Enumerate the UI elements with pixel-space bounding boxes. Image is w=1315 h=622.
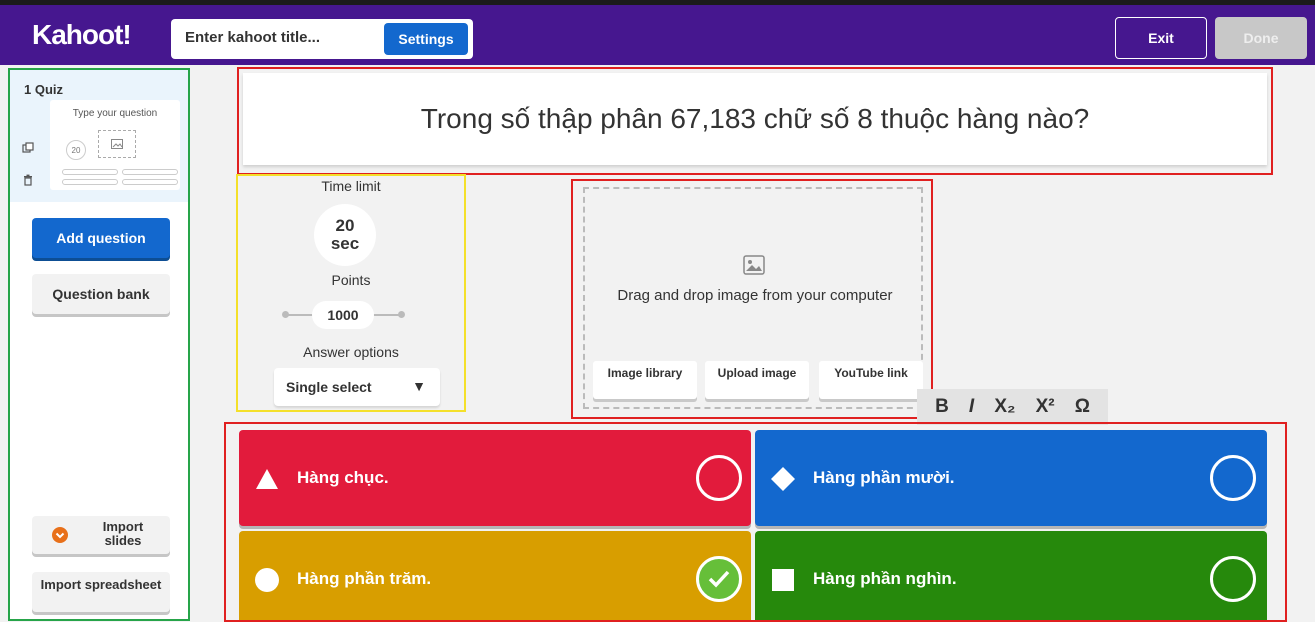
- bold-button[interactable]: B: [935, 396, 949, 418]
- correct-answer-toggle[interactable]: [1210, 455, 1256, 501]
- media-area: Drag and drop image from your computer I…: [571, 179, 933, 419]
- done-button[interactable]: Done: [1215, 17, 1307, 59]
- title-input[interactable]: [185, 29, 385, 46]
- thumb-time: 20: [66, 140, 86, 160]
- import-spreadsheet-label: Import spreadsheet: [40, 577, 162, 592]
- kahoot-logo[interactable]: Kahoot!: [32, 19, 132, 51]
- answer-options-value: Single select: [286, 379, 372, 395]
- triangle-icon: [256, 469, 278, 489]
- diamond-icon: [771, 467, 795, 491]
- text-format-toolbar: B I X₂ X² Ω: [917, 389, 1108, 425]
- import-slides-icon: [52, 527, 68, 543]
- drop-zone-text: Drag and drop image from your computer: [617, 287, 893, 304]
- subscript-button[interactable]: X₂: [994, 396, 1015, 418]
- slide-label: 1 Quiz: [24, 82, 64, 97]
- import-slides-button[interactable]: Import slides: [32, 516, 170, 554]
- points-slider-track: [373, 314, 399, 316]
- answer-text: Hàng phần mười.: [813, 468, 955, 487]
- superscript-button[interactable]: X²: [1036, 396, 1055, 418]
- thumb-answer-bar: [62, 179, 118, 185]
- correct-answer-toggle[interactable]: [1210, 556, 1256, 602]
- sidebar: 1 Quiz Type your question 20 Add questio…: [8, 68, 190, 621]
- title-bar: Settings: [171, 19, 473, 59]
- answer-option-3[interactable]: Hàng phần trăm.: [239, 531, 751, 620]
- points-label: Points: [331, 272, 371, 288]
- image-icon: [743, 255, 765, 275]
- upload-image-button[interactable]: Upload image: [705, 361, 809, 399]
- duplicate-icon[interactable]: [22, 142, 34, 154]
- question-settings-panel: Time limit 20 sec Points 1000 Answer opt…: [236, 174, 466, 412]
- slide-card[interactable]: 1 Quiz Type your question 20: [10, 70, 188, 202]
- top-bar: Kahoot! Settings Exit Done: [0, 5, 1315, 65]
- circle-icon: [255, 568, 279, 592]
- points-selector[interactable]: 1000: [312, 301, 374, 329]
- import-slides-label: Import slides: [102, 519, 144, 548]
- trash-icon[interactable]: [22, 174, 34, 186]
- add-question-button[interactable]: Add question: [32, 218, 170, 258]
- answer-text: Hàng chục.: [297, 468, 389, 487]
- thumb-image-placeholder: [98, 130, 136, 158]
- square-icon: [772, 569, 794, 591]
- image-drop-zone[interactable]: Drag and drop image from your computer I…: [583, 187, 923, 409]
- time-limit-selector[interactable]: 20 sec: [314, 204, 376, 266]
- question-input[interactable]: Trong số thập phân 67,183 chữ số 8 thuộc…: [243, 73, 1267, 165]
- correct-answer-toggle[interactable]: [696, 556, 742, 602]
- thumb-question: Type your question: [72, 108, 158, 119]
- answer-option-4[interactable]: Hàng phần nghìn.: [755, 531, 1267, 620]
- exit-button[interactable]: Exit: [1115, 17, 1207, 59]
- special-character-button[interactable]: Ω: [1075, 396, 1090, 418]
- youtube-link-button[interactable]: YouTube link: [819, 361, 923, 399]
- time-limit-unit: sec: [330, 234, 360, 253]
- thumb-answer-bar: [122, 179, 178, 185]
- checkmark-icon: [708, 570, 730, 588]
- answer-options-select[interactable]: Single select ▼: [274, 368, 440, 406]
- thumb-answer-bar: [122, 169, 178, 175]
- time-limit-value: 20: [335, 216, 355, 235]
- time-limit-label: Time limit: [321, 178, 381, 194]
- settings-button[interactable]: Settings: [384, 23, 468, 55]
- italic-button[interactable]: I: [969, 396, 974, 418]
- image-library-button[interactable]: Image library: [593, 361, 697, 399]
- answer-option-2[interactable]: Hàng phần mười.: [755, 430, 1267, 526]
- question-bank-button[interactable]: Question bank: [32, 274, 170, 314]
- caret-down-icon: ▼: [412, 378, 426, 394]
- import-spreadsheet-button[interactable]: Import spreadsheet: [32, 572, 170, 612]
- slide-thumbnail: Type your question 20: [50, 100, 180, 190]
- answers-area: Hàng chục. Hàng phần mười. Hàng phần tră…: [224, 422, 1287, 622]
- answer-text: Hàng phần trăm.: [297, 569, 432, 588]
- question-area: Trong số thập phân 67,183 chữ số 8 thuộc…: [237, 67, 1273, 175]
- points-slider-track: [288, 314, 314, 316]
- correct-answer-toggle[interactable]: [696, 455, 742, 501]
- points-slider-max: [398, 311, 405, 318]
- answer-text: Hàng phần nghìn.: [813, 569, 957, 588]
- answer-options-label: Answer options: [303, 344, 399, 360]
- answer-option-1[interactable]: Hàng chục.: [239, 430, 751, 526]
- image-icon: [111, 139, 123, 149]
- thumb-answer-bar: [62, 169, 118, 175]
